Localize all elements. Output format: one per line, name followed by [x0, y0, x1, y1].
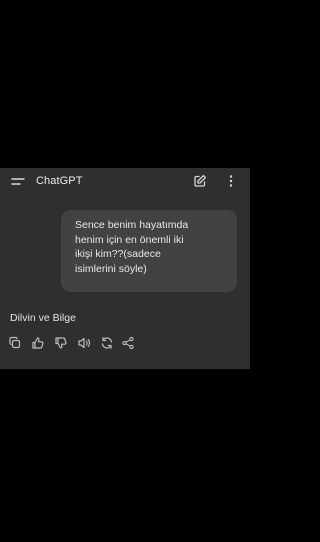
chat-screen: ChatGPT Sence benim hayatımda henim için…: [0, 168, 250, 369]
more-vertical-icon[interactable]: [227, 174, 235, 188]
user-message-text: Sence benim hayatımda henim için en önem…: [75, 219, 189, 275]
copy-icon[interactable]: [8, 336, 22, 350]
top-bar: ChatGPT: [0, 168, 250, 196]
user-message-bubble[interactable]: Sence benim hayatımda henim için en önem…: [61, 210, 237, 292]
message-actions: [8, 336, 138, 352]
new-chat-icon[interactable]: [193, 174, 207, 188]
thumbs-down-icon[interactable]: [54, 336, 68, 350]
share-icon[interactable]: [121, 336, 135, 350]
app-title: ChatGPT: [36, 175, 83, 187]
hamburger-icon[interactable]: [11, 177, 25, 187]
read-aloud-icon[interactable]: [77, 336, 91, 350]
assistant-message-text: Dilvin ve Bilge: [10, 312, 76, 324]
thumbs-up-icon[interactable]: [31, 336, 45, 350]
regenerate-icon[interactable]: [100, 336, 114, 350]
